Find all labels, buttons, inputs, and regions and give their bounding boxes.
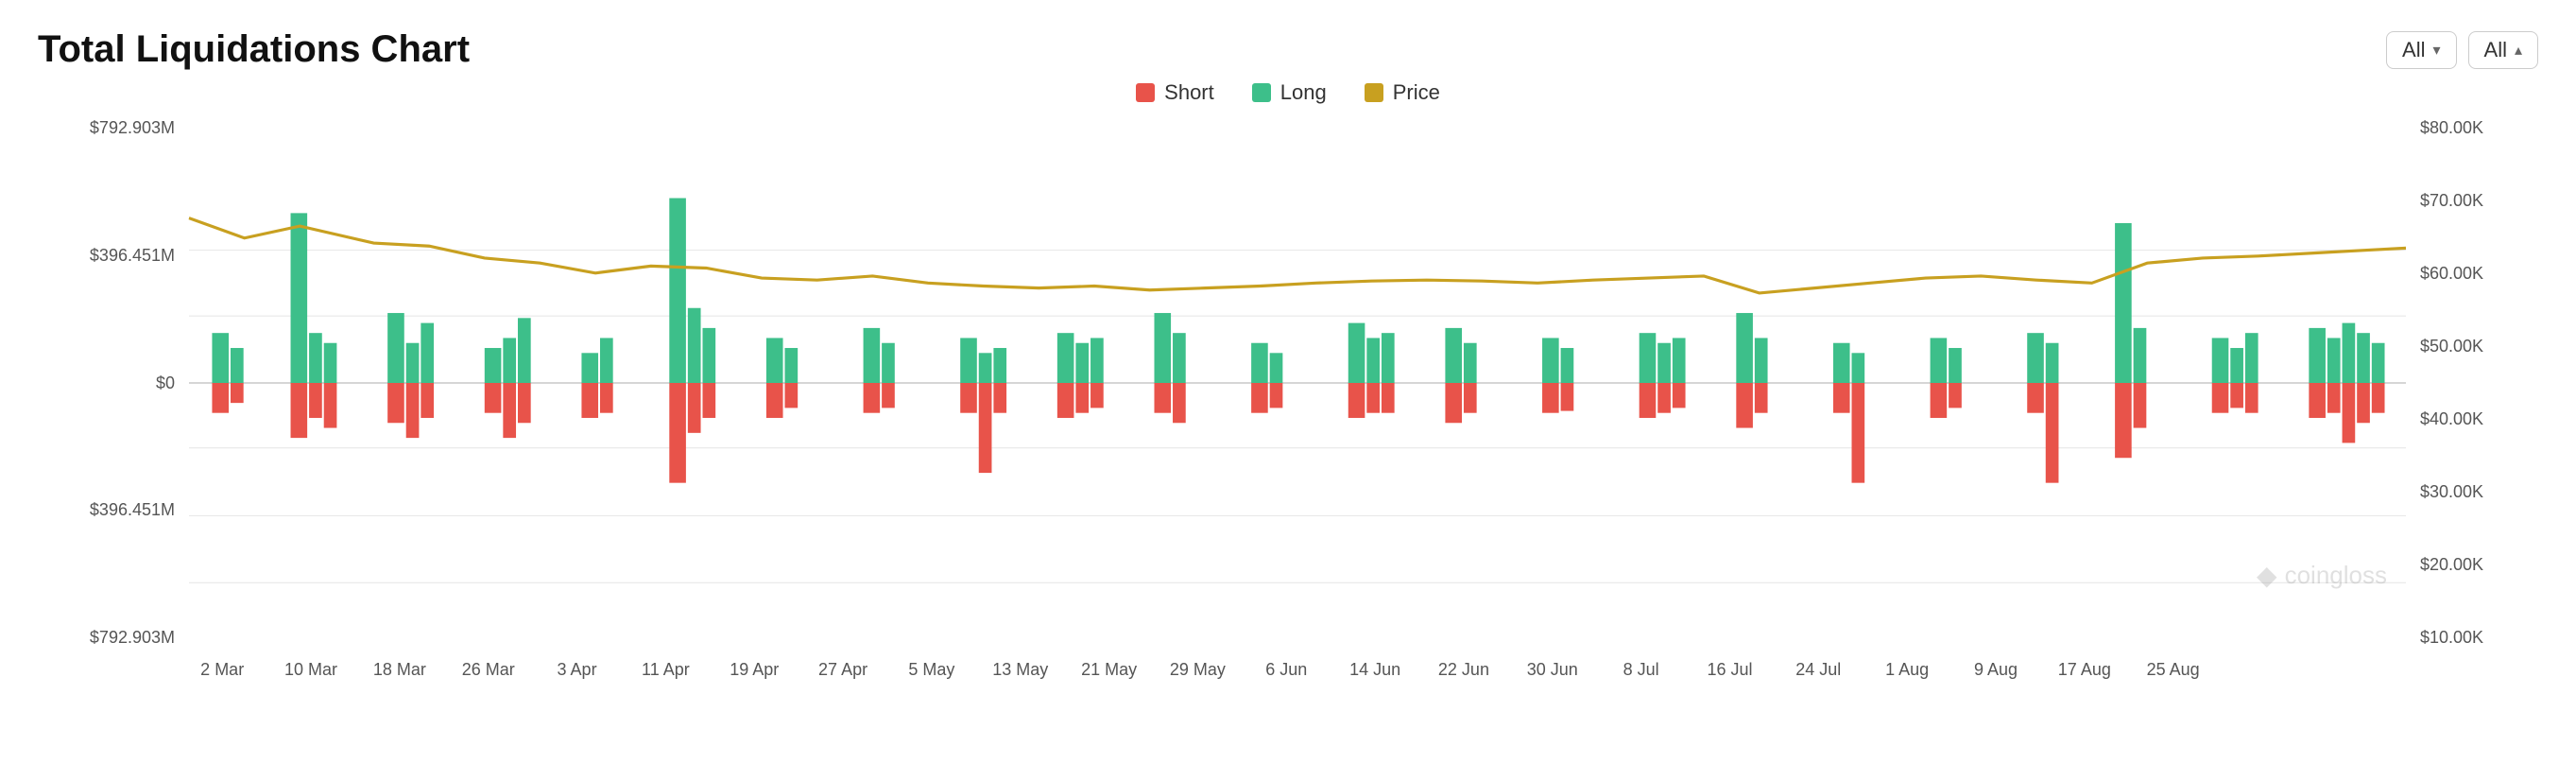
- y-left-label-2: $0: [156, 373, 175, 393]
- x-label-10: 21 May: [1081, 660, 1137, 680]
- y-right-label-0: $80.00K: [2420, 118, 2483, 138]
- x-label-9: 13 May: [992, 660, 1048, 680]
- y-right-label-7: $10.00K: [2420, 628, 2483, 648]
- long-color-dot: [1252, 83, 1271, 102]
- y-left-label-4: $792.903M: [90, 628, 175, 648]
- coingloss-icon: ◆: [2257, 560, 2277, 591]
- x-label-8: 5 May: [908, 660, 954, 680]
- short-color-dot: [1136, 83, 1155, 102]
- x-label-1: 10 Mar: [284, 660, 337, 680]
- dropdown-coin[interactable]: All ▾: [2386, 31, 2456, 69]
- chevron-up-icon: ▴: [2515, 41, 2522, 60]
- x-label-17: 16 Jul: [1707, 660, 1752, 680]
- y-right-label-3: $50.00K: [2420, 337, 2483, 356]
- x-label-18: 24 Jul: [1795, 660, 1841, 680]
- legend-price-label: Price: [1393, 80, 1440, 105]
- x-label-16: 8 Jul: [1623, 660, 1659, 680]
- legend-item-short: Short: [1136, 80, 1214, 105]
- legend-item-long: Long: [1252, 80, 1327, 105]
- x-label-2: 18 Mar: [373, 660, 426, 680]
- x-label-22: 25 Aug: [2147, 660, 2200, 680]
- y-left-label-0: $792.903M: [90, 118, 175, 138]
- chevron-down-icon: ▾: [2432, 41, 2440, 60]
- y-axis-left: $792.903M $396.451M $0 $396.451M $792.90…: [38, 118, 184, 648]
- coingloss-watermark: ◆ coingloss: [2257, 560, 2387, 591]
- dropdown-timeframe[interactable]: All ▴: [2468, 31, 2538, 69]
- x-label-0: 2 Mar: [200, 660, 244, 680]
- x-axis: 2 Mar 10 Mar 18 Mar 26 Mar 3 Apr 11 Apr …: [189, 652, 2406, 704]
- legend-long-label: Long: [1280, 80, 1327, 105]
- y-axis-right: $80.00K $70.00K $60.00K $50.00K $40.00K …: [2411, 118, 2538, 648]
- chart-area: $792.903M $396.451M $0 $396.451M $792.90…: [38, 118, 2538, 704]
- header-row: Total Liquidations Chart All ▾ All ▴: [38, 28, 2538, 71]
- x-label-5: 11 Apr: [642, 660, 690, 680]
- x-label-14: 22 Jun: [1438, 660, 1489, 680]
- legend-short-label: Short: [1164, 80, 1214, 105]
- x-label-12: 6 Jun: [1265, 660, 1307, 680]
- x-label-6: 19 Apr: [730, 660, 779, 680]
- header-controls: All ▾ All ▴: [2386, 31, 2538, 69]
- legend-item-price: Price: [1365, 80, 1440, 105]
- x-label-7: 27 Apr: [818, 660, 867, 680]
- x-label-21: 17 Aug: [2058, 660, 2111, 680]
- y-left-label-3: $396.451M: [90, 500, 175, 520]
- legend: Short Long Price: [38, 80, 2538, 105]
- y-right-label-1: $70.00K: [2420, 191, 2483, 211]
- chart-container: Total Liquidations Chart All ▾ All ▴ Sho…: [0, 0, 2576, 764]
- price-color-dot: [1365, 83, 1383, 102]
- x-label-13: 14 Jun: [1349, 660, 1400, 680]
- y-right-label-5: $30.00K: [2420, 482, 2483, 502]
- x-label-11: 29 May: [1170, 660, 1226, 680]
- x-label-15: 30 Jun: [1527, 660, 1578, 680]
- coingloss-text: coingloss: [2285, 561, 2387, 590]
- chart-svg: [189, 118, 2406, 648]
- x-label-19: 1 Aug: [1885, 660, 1929, 680]
- chart-inner: [189, 118, 2406, 648]
- chart-title: Total Liquidations Chart: [38, 28, 470, 71]
- x-label-4: 3 Apr: [558, 660, 597, 680]
- x-label-20: 9 Aug: [1974, 660, 2018, 680]
- x-label-3: 26 Mar: [462, 660, 515, 680]
- y-right-label-2: $60.00K: [2420, 264, 2483, 284]
- y-right-label-6: $20.00K: [2420, 555, 2483, 575]
- y-left-label-1: $396.451M: [90, 246, 175, 266]
- y-right-label-4: $40.00K: [2420, 409, 2483, 429]
